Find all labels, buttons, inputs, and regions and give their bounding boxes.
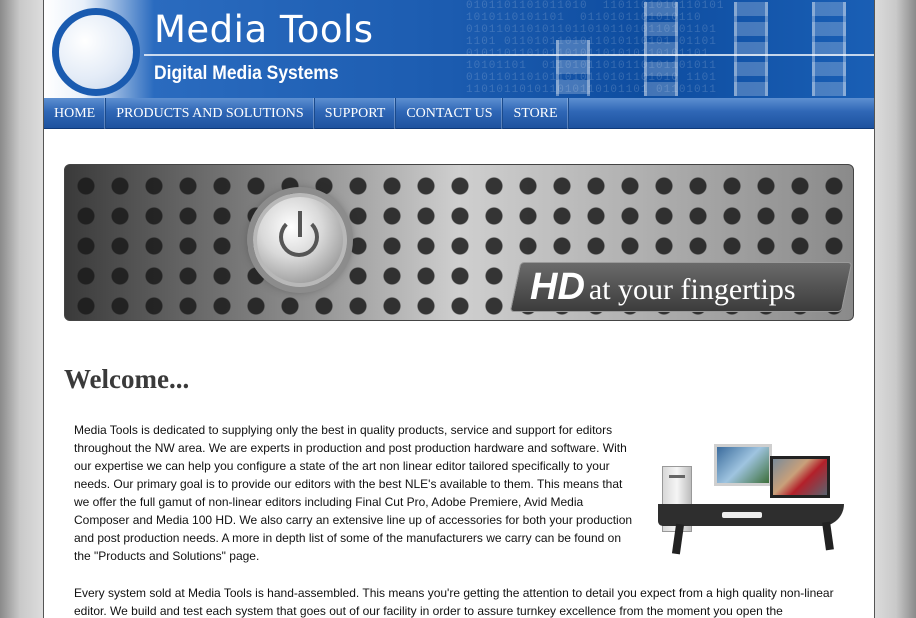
welcome-heading: Welcome... bbox=[64, 364, 190, 394]
keyboard bbox=[722, 512, 762, 518]
page-container: 0101101101011010 1101101010110101 101011… bbox=[43, 0, 875, 618]
desk-leg bbox=[822, 521, 834, 551]
nav-home[interactable]: HOME bbox=[44, 98, 107, 129]
monitor-left bbox=[714, 444, 772, 486]
logo-ring-icon bbox=[52, 8, 140, 96]
filmstrip-graphic bbox=[734, 2, 768, 96]
nav-products-and-solutions[interactable]: PRODUCTS AND SOLUTIONS bbox=[106, 98, 315, 129]
banner-divider bbox=[144, 54, 874, 56]
power-symbol-bar bbox=[298, 211, 302, 237]
site-subtitle: Digital Media Systems bbox=[154, 63, 339, 84]
hero-tagline-text: at your fingertips bbox=[588, 273, 796, 306]
hero-tagline: HD at your fingertips bbox=[530, 266, 796, 309]
nav-support[interactable]: SUPPORT bbox=[315, 98, 397, 129]
site-title: Media Tools bbox=[154, 8, 374, 51]
hero-image: HD at your fingertips bbox=[64, 164, 854, 321]
power-button-icon bbox=[253, 193, 347, 287]
filmstrip-graphic bbox=[644, 2, 678, 96]
intro-paragraph: Media Tools is dedicated to supplying on… bbox=[74, 423, 633, 563]
site-banner: 0101101101011010 1101101010110101 101011… bbox=[44, 0, 874, 98]
main-nav: HOME PRODUCTS AND SOLUTIONS SUPPORT CONT… bbox=[44, 98, 874, 129]
nav-store[interactable]: STORE bbox=[503, 98, 569, 129]
nav-contact-us[interactable]: CONTACT US bbox=[396, 98, 504, 129]
filmstrip-graphic bbox=[812, 2, 846, 96]
filmstrip-graphic bbox=[556, 40, 590, 96]
hero-hd-text: HD bbox=[530, 266, 585, 308]
editing-workstation-image bbox=[658, 444, 846, 555]
assembly-paragraph: Every system sold at Media Tools is hand… bbox=[74, 586, 834, 618]
monitor-right bbox=[770, 456, 830, 498]
